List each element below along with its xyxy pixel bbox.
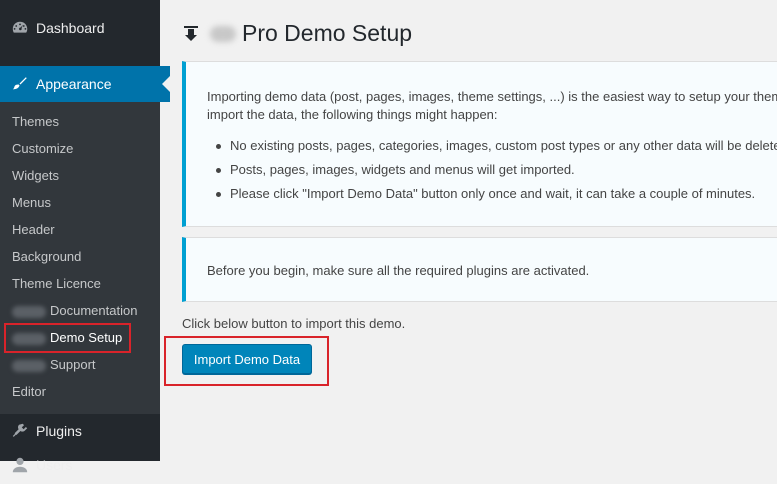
notice-list: No existing posts, pages, categories, im… [216,136,777,208]
submenu-documentation-label: Documentation [50,303,138,318]
blurred-theme-name [12,305,46,318]
menu-appearance[interactable]: Appearance [0,66,170,102]
paintbrush-icon [10,74,30,94]
submenu-header[interactable]: Header [12,220,55,240]
download-icon [184,25,200,42]
submenu-support[interactable]: Support [12,355,96,375]
notice-text-line1: Importing demo data (post, pages, images… [207,89,777,104]
list-item: No existing posts, pages, categories, im… [216,136,777,160]
submenu-editor-label: Editor [12,384,46,399]
menu-dashboard[interactable]: Dashboard [0,9,170,47]
menu-users-label: Users [36,457,73,473]
blurred-theme-name [210,25,236,42]
menu-plugins-label: Plugins [36,423,82,439]
submenu-support-label: Support [50,357,96,372]
submenu-menus[interactable]: Menus [12,193,51,213]
menu-users[interactable]: Users [0,446,170,484]
submenu-editor[interactable]: Editor [12,382,46,402]
main-content: Pro Demo Setup Importing demo data (post… [160,0,777,461]
submenu-background-label: Background [12,249,82,264]
import-instruction: Click below button to import this demo. [182,316,406,331]
import-demo-data-button[interactable]: Import Demo Data [182,344,312,374]
page-header: Pro Demo Setup [184,20,412,47]
menu-appearance-label: Appearance [36,76,112,92]
submenu-customize[interactable]: Customize [12,139,73,159]
submenu-themes-label: Themes [12,114,59,129]
submenu-widgets[interactable]: Widgets [12,166,59,186]
admin-sidebar: Dashboard Appearance Themes Customize Wi… [0,0,170,473]
import-info-notice: Importing demo data (post, pages, images… [182,61,777,227]
page-title: Pro Demo Setup [242,20,413,46]
dashboard-icon [10,18,30,38]
submenu-menus-label: Menus [12,195,52,210]
menu-plugins[interactable]: Plugins [0,412,170,450]
blurred-theme-name [12,359,46,372]
submenu-documentation[interactable]: Documentation [12,301,137,321]
submenu-theme-licence-label: Theme Licence [12,276,101,291]
submenu-header-label: Header [12,222,55,237]
plugins-notice-text: Before you begin, make sure all the requ… [207,263,590,278]
submenu-themes[interactable]: Themes [12,112,59,132]
demo-setup-highlight-box [4,323,131,353]
submenu-background[interactable]: Background [12,247,81,267]
submenu-widgets-label: Widgets [12,168,59,183]
list-item: Posts, pages, images, widgets and menus … [216,160,777,184]
menu-dashboard-label: Dashboard [36,20,105,36]
list-item: Please click "Import Demo Data" button o… [216,184,777,208]
users-icon [10,455,30,475]
submenu-theme-licence[interactable]: Theme Licence [12,274,101,294]
notice-text-line2: import the data, the following things mi… [207,107,498,122]
plugin-icon [10,421,30,441]
plugins-notice: Before you begin, make sure all the requ… [182,237,777,302]
submenu-customize-label: Customize [12,141,74,156]
